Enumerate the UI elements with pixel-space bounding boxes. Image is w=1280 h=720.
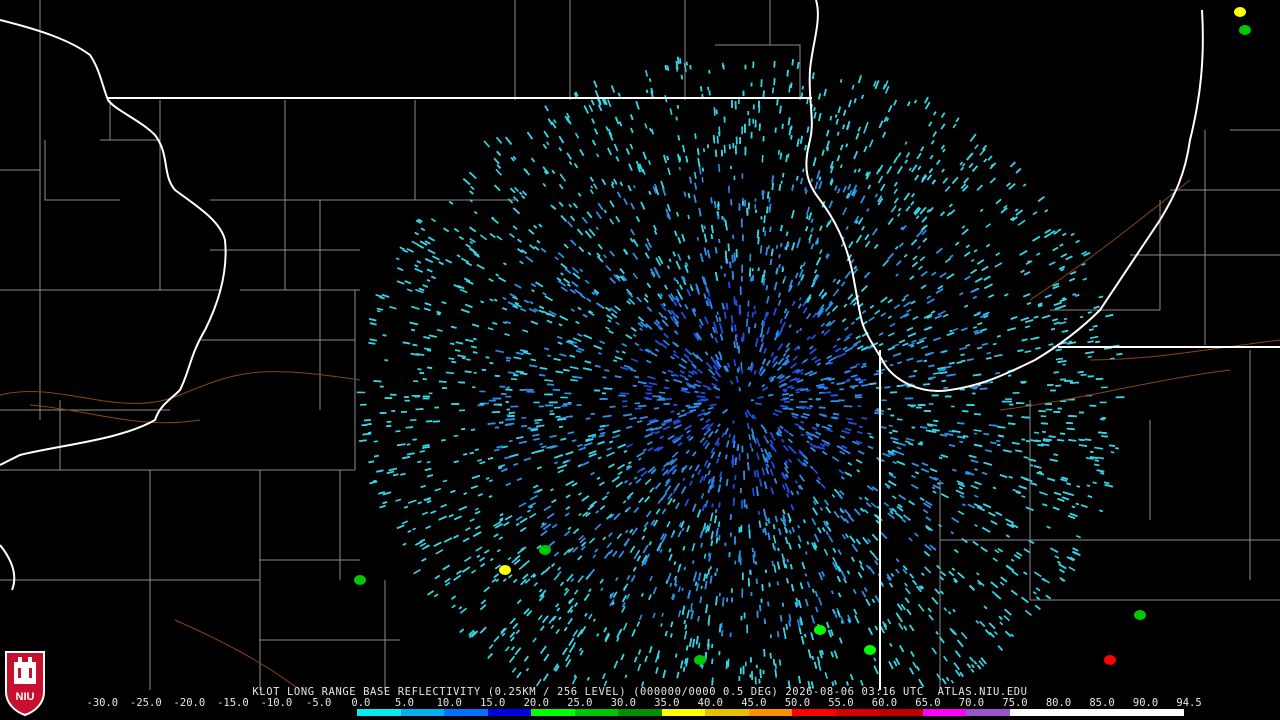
scale-swatch (1009, 709, 1054, 716)
scale-label: 25.0 (567, 697, 593, 709)
scale-swatch (226, 709, 271, 716)
scale-swatch (705, 709, 749, 716)
scale-swatch (879, 709, 923, 716)
scale-label: 65.0 (915, 697, 941, 709)
scale-label: 35.0 (654, 697, 680, 709)
scale-label: 80.0 (1045, 697, 1072, 709)
scale-label: 85.0 (1089, 697, 1115, 709)
scale-label: 15.0 (480, 697, 506, 709)
storm-cell (1104, 655, 1116, 665)
color-scale-bar (96, 709, 1184, 716)
storm-cell (814, 625, 826, 635)
scale-label: 40.0 (697, 697, 723, 709)
storm-cell (499, 565, 511, 575)
scale-swatch (618, 709, 662, 716)
storm-cell (354, 575, 366, 585)
reflectivity-echoes (354, 7, 1251, 690)
radar-site-marker (733, 391, 751, 409)
scale-label: 20.0 (523, 697, 549, 709)
scale-swatch (661, 709, 706, 716)
scale-swatch (96, 709, 140, 716)
scale-swatch (357, 709, 401, 716)
scale-label: 70.0 (958, 697, 985, 709)
scale-swatch (1053, 709, 1097, 716)
scale-swatch (835, 709, 880, 716)
scale-swatch (183, 709, 227, 716)
scale-label: -10.0 (260, 697, 293, 709)
scale-swatch (748, 709, 793, 716)
scale-swatch (270, 709, 314, 716)
storm-cell (1134, 610, 1146, 620)
scale-swatch (139, 709, 184, 716)
scale-swatch (444, 709, 488, 716)
scale-swatch (792, 709, 836, 716)
scale-label: 90.0 (1132, 697, 1159, 709)
storm-cell (1234, 7, 1246, 17)
scale-label: -5.0 (306, 697, 332, 709)
scale-label: 0.0 (351, 697, 371, 709)
scale-swatch (531, 709, 575, 716)
scale-swatch (966, 709, 1010, 716)
scale-swatch (1140, 709, 1184, 716)
scale-label: 10.0 (436, 697, 462, 709)
scale-label: 30.0 (610, 697, 636, 709)
highways (0, 179, 1280, 691)
niu-logo: NIU (4, 648, 46, 717)
radar-map (0, 0, 1280, 691)
scale-label: 75.0 (1002, 697, 1028, 709)
county-borders (0, 0, 1280, 690)
scale-label: -20.0 (173, 697, 206, 709)
scale-label: 94.5 (1176, 697, 1202, 709)
scale-label: 60.0 (871, 697, 898, 709)
scale-label: -30.0 (86, 697, 119, 709)
state-borders (0, 0, 1280, 690)
scale-swatch (1096, 709, 1141, 716)
storm-cell (539, 545, 551, 555)
scale-label: 45.0 (741, 697, 767, 709)
scale-swatch (487, 709, 532, 716)
scale-label: -25.0 (130, 697, 162, 709)
color-scale-labels: -30.0 -25.0 -20.0 -15.0 -10.0 -5.0 0.0 5.0 10.0 1… (87, 697, 1202, 709)
storm-cell (694, 655, 706, 665)
storm-cell (864, 645, 876, 655)
scale-label: 55.0 (828, 697, 854, 709)
scale-swatch (313, 709, 358, 716)
storm-cell (1239, 25, 1251, 35)
scale-label: 5.0 (394, 697, 414, 709)
scale-swatch (574, 709, 619, 716)
scale-label: 50.0 (784, 697, 811, 709)
scale-label: -15.0 (217, 697, 249, 709)
scale-swatch (922, 709, 967, 716)
scale-swatch (400, 709, 445, 716)
